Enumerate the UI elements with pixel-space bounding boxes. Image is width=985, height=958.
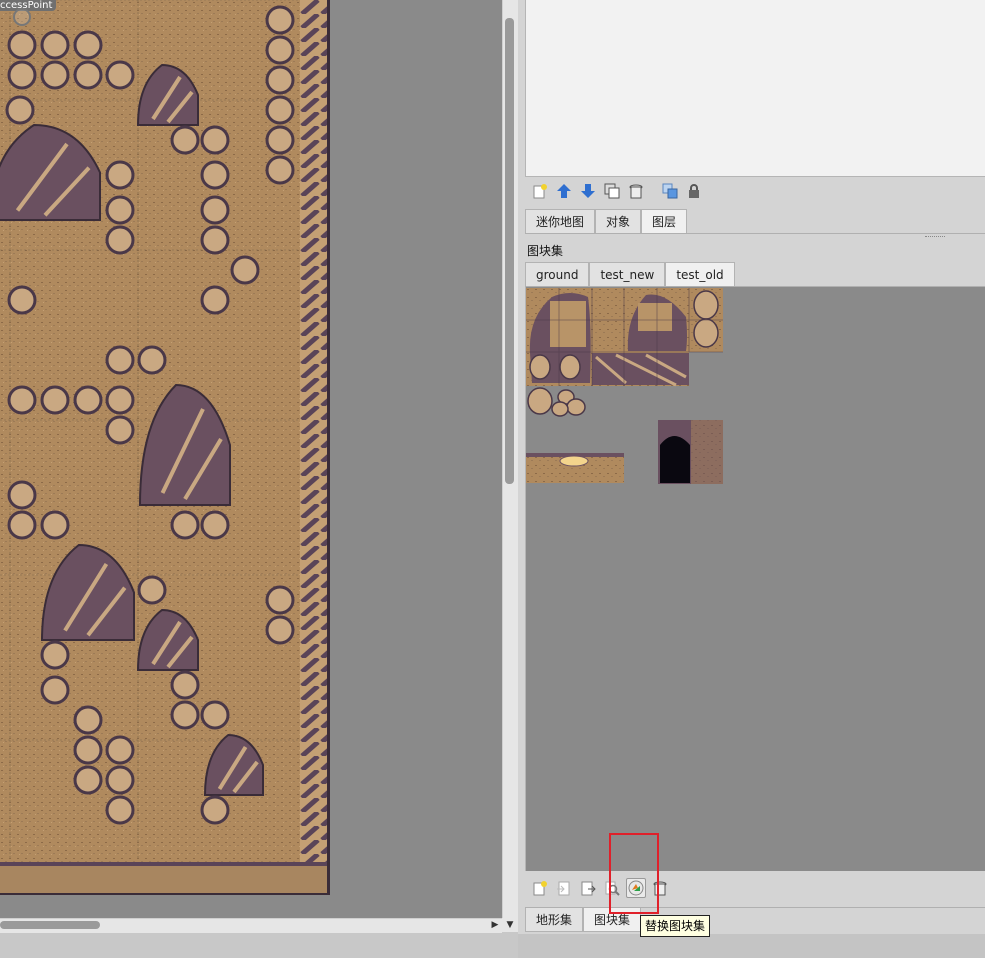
tab-objects[interactable]: 对象 — [595, 209, 642, 233]
map-canvas[interactable] — [0, 0, 330, 895]
new-layer-icon[interactable] — [530, 181, 550, 201]
move-layer-down-icon[interactable] — [578, 181, 598, 201]
tab-tileset-test-new[interactable]: test_new — [589, 262, 666, 286]
tab-terrain-sets[interactable]: 地形集 — [525, 908, 584, 932]
tileset-tabbar: ground test_new test_old — [525, 262, 735, 286]
duplicate-layer-icon[interactable] — [602, 181, 622, 201]
lock-layer-icon[interactable] — [684, 181, 704, 201]
map-vertical-scrollbar-thumb[interactable] — [505, 18, 514, 484]
import-tileset-icon[interactable] — [554, 878, 574, 898]
panel-tabbar: 迷你地图 对象 图层 — [525, 209, 688, 233]
tab-layers[interactable]: 图层 — [641, 209, 688, 233]
export-tileset-icon[interactable] — [578, 878, 598, 898]
layers-list[interactable] — [525, 0, 985, 177]
map-horizontal-scrollbar-thumb[interactable] — [0, 921, 100, 929]
move-layer-up-icon[interactable] — [554, 181, 574, 201]
tab-tileset-ground[interactable]: ground — [525, 262, 590, 286]
map-view[interactable]: ccessPoint — [0, 0, 502, 918]
delete-layer-icon[interactable] — [626, 181, 646, 201]
show-other-layers-icon[interactable] — [660, 181, 680, 201]
scroll-right-arrow-icon[interactable]: ▶ — [488, 918, 502, 932]
tab-tileset-test-old[interactable]: test_old — [665, 262, 735, 286]
tilesets-panel-title: 图块集 — [527, 244, 564, 258]
object-name-label: ccessPoint — [0, 0, 57, 11]
replace-tileset-tooltip: 替换图块集 — [640, 915, 711, 937]
dock-grip[interactable] — [925, 236, 945, 241]
panel-tabbar-line — [525, 233, 985, 234]
tileset-view[interactable] — [525, 287, 985, 871]
annotation-highlight-box — [609, 833, 659, 914]
scroll-down-arrow-icon[interactable]: ▼ — [502, 918, 518, 932]
new-tileset-icon[interactable] — [530, 878, 550, 898]
layers-toolbar — [530, 181, 704, 201]
tab-minimap[interactable]: 迷你地图 — [525, 209, 596, 233]
object-handle[interactable] — [13, 8, 31, 26]
tileset-image[interactable] — [526, 287, 726, 487]
status-strip — [518, 934, 985, 958]
